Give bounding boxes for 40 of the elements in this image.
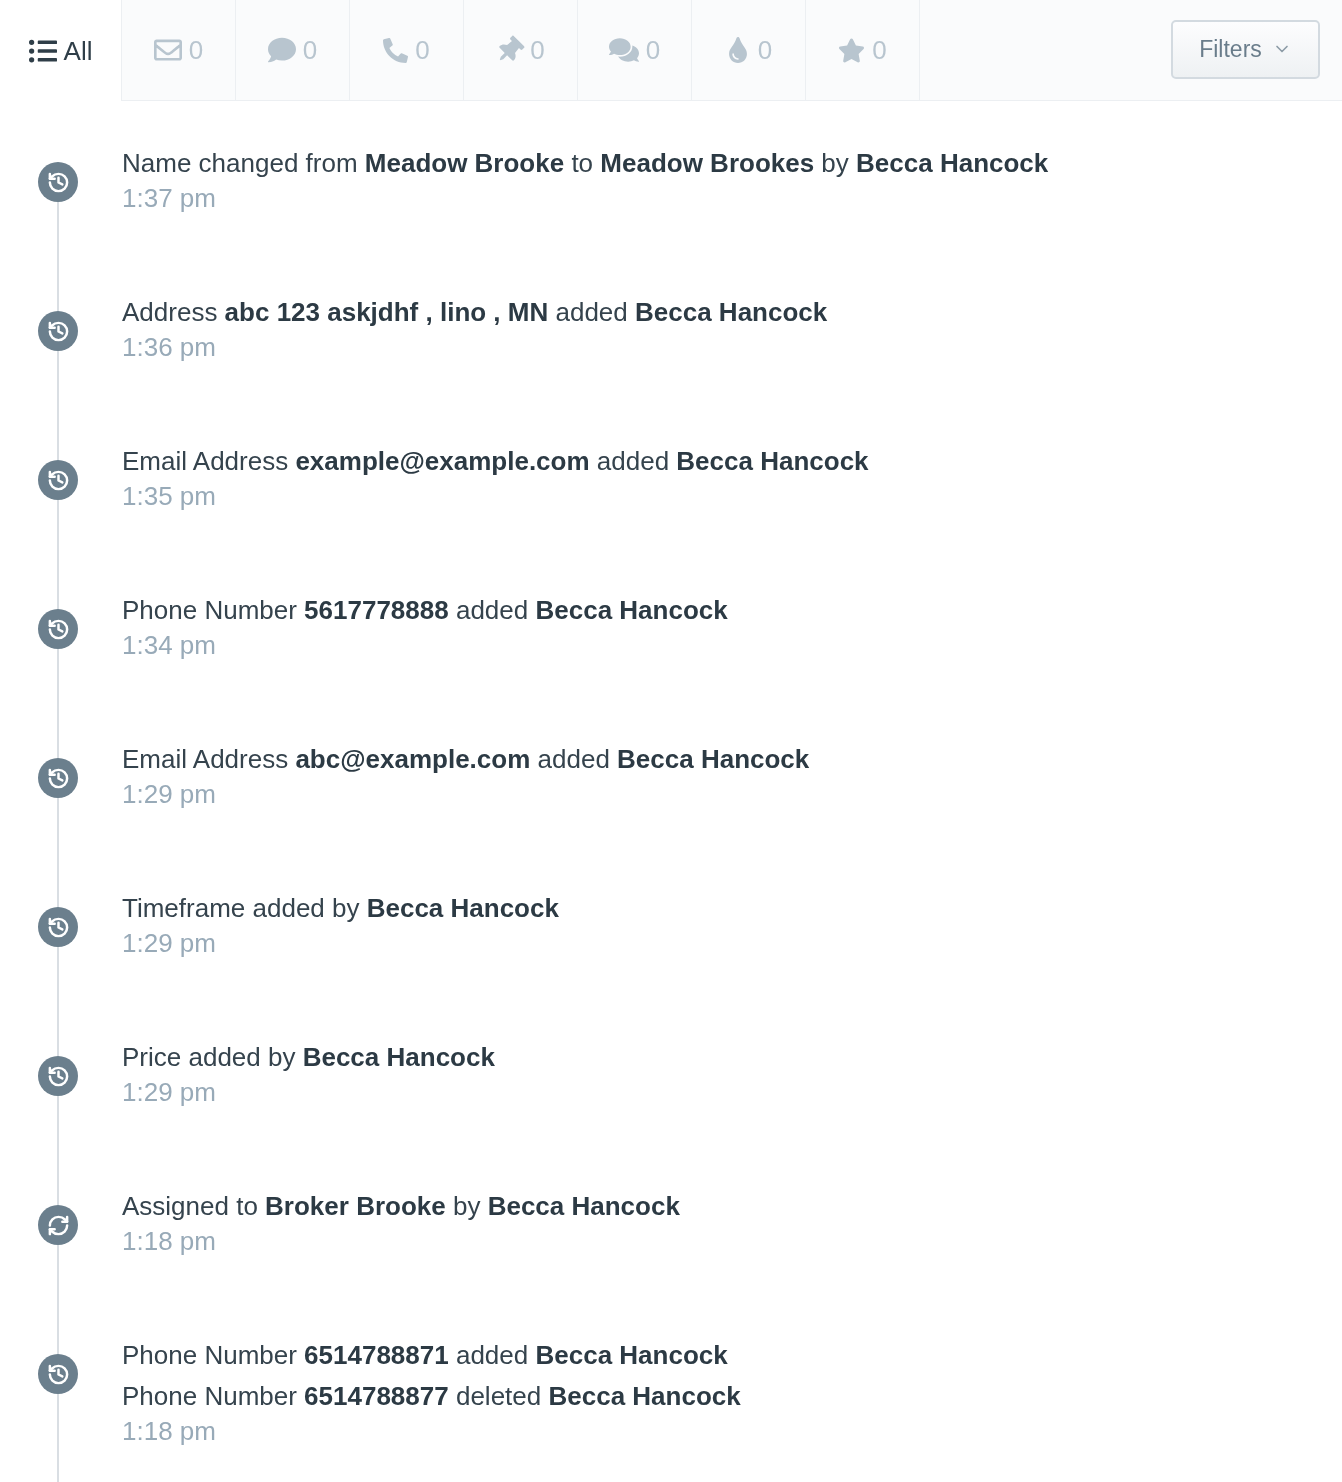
note-tab[interactable]: 0 — [463, 0, 577, 101]
history-icon — [38, 460, 78, 500]
chat-tab[interactable]: 0 — [577, 0, 691, 101]
activity-text: Price added by Becca Hancock — [122, 1041, 495, 1074]
history-icon — [38, 1056, 78, 1096]
activity-time: 1:37 pm — [122, 182, 216, 215]
activity-time: 1:29 pm — [122, 927, 216, 960]
history-icon — [38, 162, 78, 202]
activity-text: Phone Number 5617778888 added Becca Hancock — [122, 594, 728, 627]
activity-time: 1:18 pm — [122, 1225, 216, 1258]
sync-icon — [38, 1205, 78, 1245]
history-icon — [38, 311, 78, 351]
history-icon — [38, 1354, 78, 1394]
favorite-tab[interactable]: 0 — [805, 0, 919, 101]
filters-button[interactable]: Filters — [1171, 19, 1320, 79]
message-tab[interactable]: 0 — [235, 0, 349, 101]
speech-bubbles-icon — [608, 35, 639, 65]
history-icon — [38, 758, 78, 798]
drip-tab[interactable]: 0 — [691, 0, 805, 101]
activity-time: 1:36 pm — [122, 331, 216, 364]
history-icon — [38, 609, 78, 649]
activity-text: Name changed from Meadow Brooke to Meadow Brookes by Becca Hancock — [122, 147, 1049, 180]
activity-time: 1:29 pm — [122, 778, 216, 811]
activity-text: Address abc 123 askjdhf , lino , MN added Becca Hancock — [122, 296, 828, 329]
call-tab[interactable]: 0 — [349, 0, 463, 101]
star-icon — [838, 36, 866, 64]
activity-time: 1:18 pm — [122, 1415, 216, 1448]
history-icon — [38, 907, 78, 947]
phone-icon — [383, 37, 409, 63]
activity-text: Timeframe added by Becca Hancock — [122, 892, 559, 925]
activity-text: Email Address abc@example.com added Becca Hancock — [122, 743, 810, 776]
activity-text: Assigned to Broker Brooke by Becca Hancock — [122, 1190, 680, 1223]
activity-time: 1:34 pm — [122, 629, 216, 662]
speech-bubble-icon — [267, 36, 296, 64]
activity-text: Phone Number 6514788877 deleted Becca Hancock — [122, 1380, 741, 1413]
email-tab[interactable]: 0 — [121, 0, 235, 101]
activity-time: 1:35 pm — [122, 480, 216, 513]
activity-text: Email Address example@example.com added Becca Hancock — [122, 445, 869, 478]
activity-text: Phone Number 6514788871 added Becca Hancock — [122, 1339, 729, 1372]
activity-time: 1:29 pm — [122, 1076, 216, 1109]
